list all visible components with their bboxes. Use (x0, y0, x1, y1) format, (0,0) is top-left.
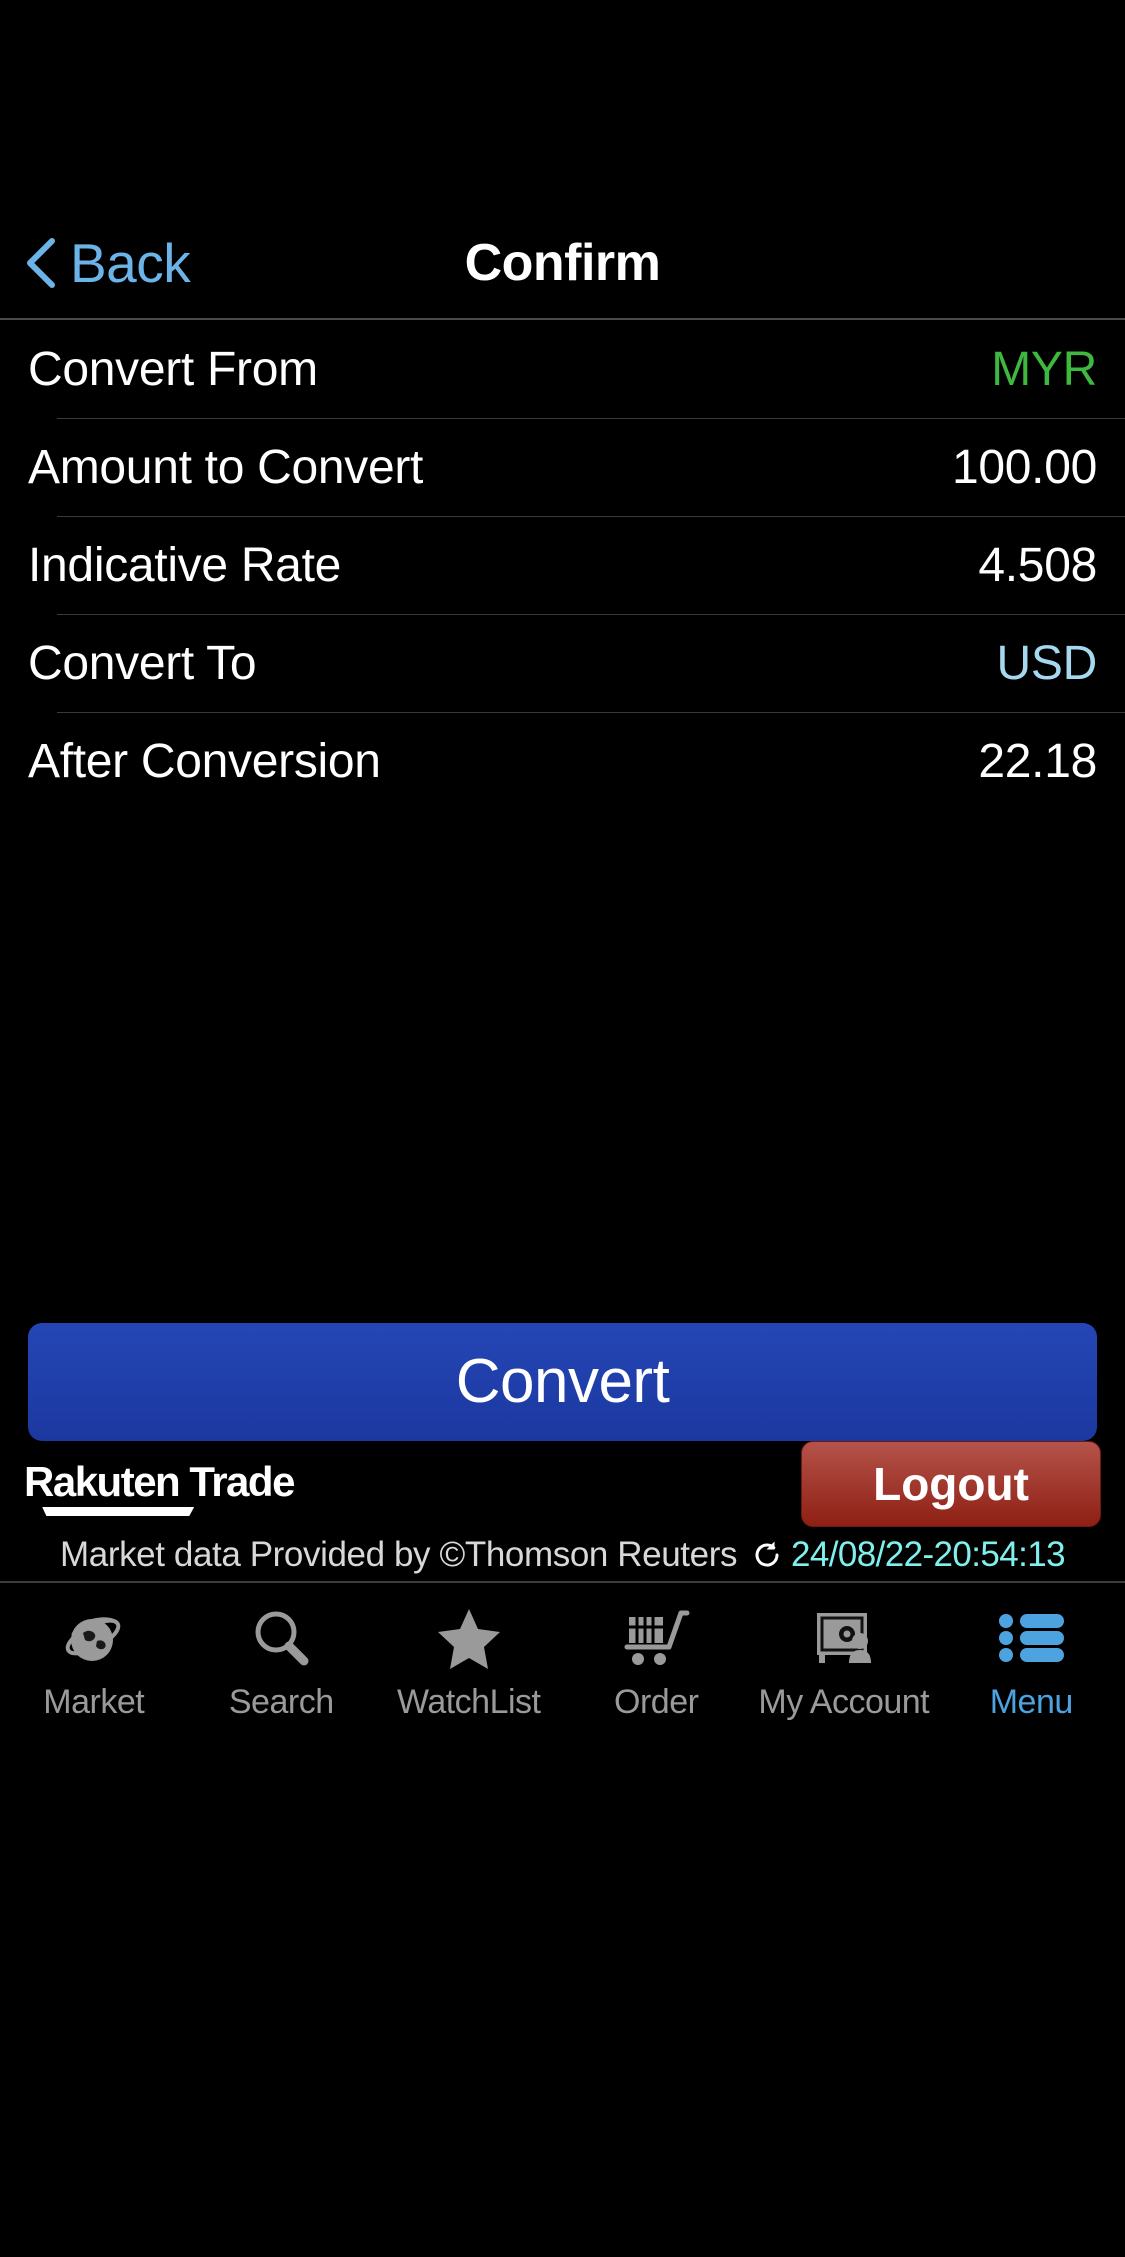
brand-name: Rakuten Trade (24, 1458, 295, 1505)
tab-label: My Account (758, 1682, 930, 1721)
table-row: Convert To USD (0, 614, 1125, 712)
row-label: Indicative Rate (28, 538, 342, 592)
row-value: MYR (991, 342, 1097, 396)
row-label: After Conversion (28, 734, 381, 788)
disclaimer-row: Market data Provided by ©Thomson Reuters… (0, 1529, 1125, 1581)
back-button[interactable]: Back (22, 231, 191, 294)
table-row: Amount to Convert 100.00 (0, 418, 1125, 516)
table-row: After Conversion 22.18 (0, 712, 1125, 810)
row-value: 4.508 (978, 538, 1097, 592)
table-row: Indicative Rate 4.508 (0, 516, 1125, 614)
logo-underline-accent (42, 1507, 194, 1516)
tab-menu[interactable]: Menu (938, 1601, 1125, 1722)
status-bar (0, 0, 1125, 208)
tab-order[interactable]: Order (563, 1601, 751, 1722)
tab-label: Menu (989, 1682, 1074, 1721)
globe-icon (57, 1601, 131, 1675)
tab-label: Search (228, 1682, 334, 1721)
bottom-safe-area (0, 1744, 1125, 2257)
refresh-icon (755, 1541, 779, 1567)
table-row: Convert From MYR (0, 320, 1125, 418)
row-label: Convert To (28, 636, 257, 690)
conversion-details-list: Convert From MYR Amount to Convert 100.0… (0, 320, 1125, 810)
tab-label: Market (43, 1682, 145, 1721)
logout-button[interactable]: Logout (801, 1440, 1101, 1527)
rakuten-trade-logo: Rakuten Trade (24, 1458, 295, 1516)
action-area: Convert (0, 1322, 1125, 1441)
shopping-cart-icon (619, 1601, 693, 1675)
last-update-timestamp: 24/08/22-20:54:13 (791, 1534, 1066, 1574)
back-button-label: Back (70, 231, 191, 294)
content-spacer (0, 810, 1125, 1323)
list-menu-icon (994, 1601, 1068, 1675)
chevron-left-icon (27, 238, 55, 288)
row-value: USD (996, 636, 1098, 690)
tab-label: WatchList (396, 1682, 541, 1721)
convert-button[interactable]: Convert (28, 1322, 1097, 1441)
branding-footer: Rakuten Trade Logout (0, 1440, 1125, 1529)
tab-search[interactable]: Search (188, 1601, 376, 1722)
row-label: Convert From (28, 342, 318, 396)
refresh-timestamp-group[interactable]: 24/08/22-20:54:13 (751, 1534, 1066, 1575)
tab-label: Order (614, 1682, 699, 1721)
safe-vault-icon (807, 1601, 881, 1675)
tab-watchlist[interactable]: WatchList (375, 1601, 563, 1722)
magnifier-icon (244, 1601, 318, 1675)
tab-market[interactable]: Market (0, 1601, 188, 1722)
app-screen: Back Confirm Convert From MYR Amount to … (0, 0, 1125, 2257)
star-icon (432, 1601, 506, 1675)
tab-my-account[interactable]: My Account (750, 1601, 938, 1722)
market-data-disclaimer: Market data Provided by ©Thomson Reuters (60, 1534, 738, 1574)
row-value: 22.18 (978, 734, 1097, 788)
bottom-tab-bar: Market Search WatchList Order My Account… (0, 1582, 1125, 1745)
row-label: Amount to Convert (28, 440, 424, 494)
row-value: 100.00 (951, 440, 1097, 494)
navigation-header: Back Confirm (0, 208, 1125, 318)
